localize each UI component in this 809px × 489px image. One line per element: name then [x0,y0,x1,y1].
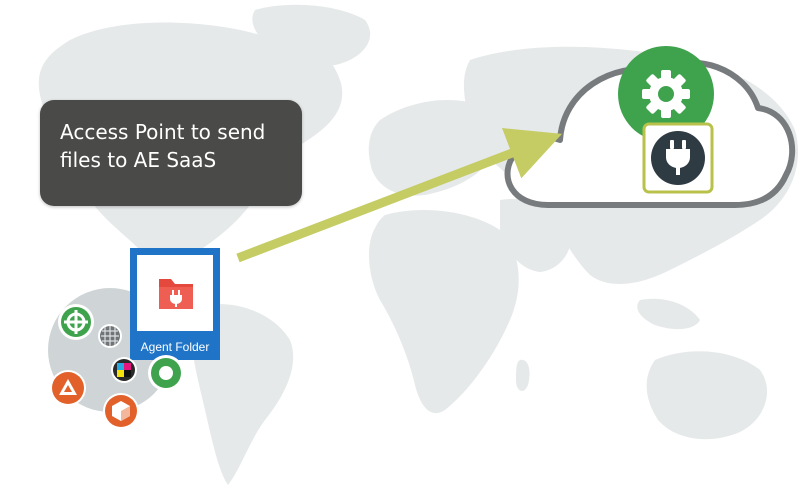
gray-mesh-icon[interactable] [98,324,122,348]
agent-badges [50,304,184,429]
green-crosshair-icon[interactable] [58,304,94,340]
cmyk-icon[interactable] [111,357,137,383]
green-ring-icon[interactable] [148,355,184,391]
orange-cube-icon[interactable] [103,393,139,429]
orange-triangle-icon[interactable] [50,370,86,406]
diagram-canvas: Access Point to send files to AE SaaS Ag… [0,0,809,489]
